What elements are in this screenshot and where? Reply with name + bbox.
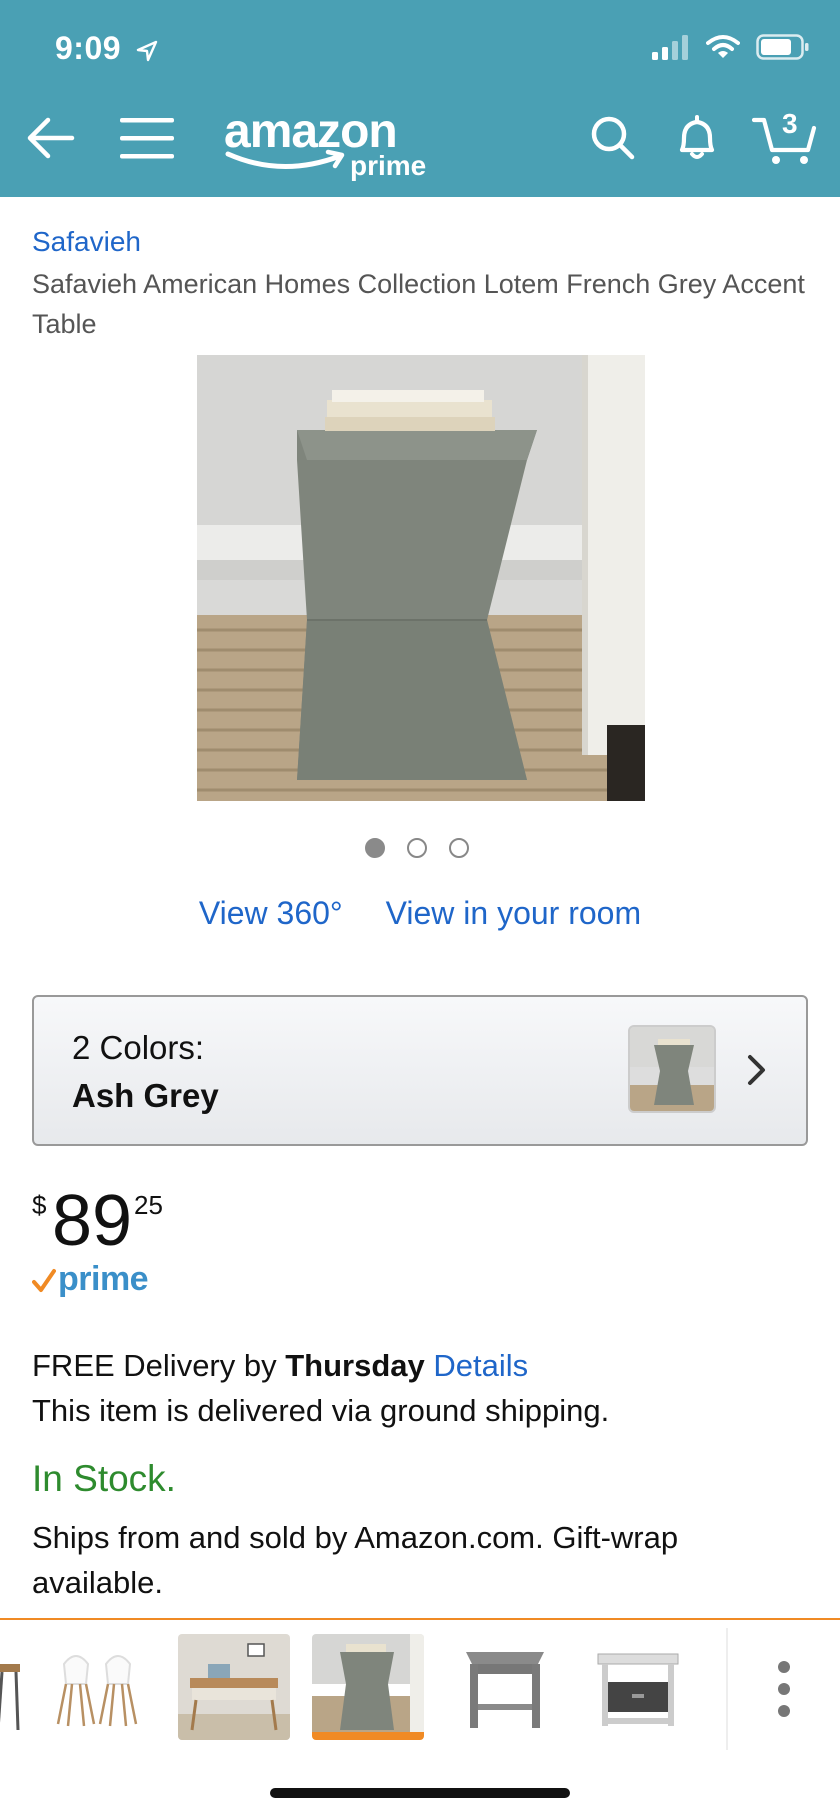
pager-dot-3[interactable] <box>449 838 469 858</box>
hamburger-menu-icon[interactable] <box>118 112 176 164</box>
product-image[interactable] <box>197 355 645 801</box>
image-pager[interactable] <box>365 838 469 858</box>
related-product-thumb[interactable] <box>178 1634 290 1740</box>
battery-icon <box>756 34 809 60</box>
signal-icon <box>652 35 688 60</box>
app-header: 9:09 amazon prime 3 <box>0 0 840 197</box>
delivery-info: FREE Delivery by Thursday Details <box>32 1348 528 1384</box>
color-thumbnail <box>628 1025 716 1113</box>
chevron-right-icon <box>748 1055 765 1085</box>
related-products-carousel[interactable] <box>0 1618 840 1750</box>
cart-count-badge: 3 <box>782 108 798 139</box>
amazon-prime-logo[interactable]: amazon prime <box>222 104 452 189</box>
product-title: Safavieh American Homes Collection Lotem… <box>32 269 805 339</box>
prime-check-icon <box>32 1269 56 1292</box>
related-product-thumb-current[interactable] <box>312 1634 424 1740</box>
view-in-room-link[interactable]: View in your room <box>386 895 642 931</box>
delivery-details-link[interactable]: Details <box>433 1348 528 1383</box>
wifi-icon <box>706 35 740 58</box>
location-arrow-icon <box>137 40 158 61</box>
color-count-label: 2 Colors: <box>72 1029 205 1066</box>
delivery-free-text: FREE Delivery by <box>32 1348 286 1383</box>
related-product-thumb[interactable] <box>0 1634 20 1740</box>
related-product-thumb[interactable] <box>46 1634 158 1740</box>
ships-from-text: Ships from and sold by Amazon.com. Gift-… <box>32 1520 679 1600</box>
color-selector[interactable]: 2 Colors: Ash Grey <box>32 995 808 1146</box>
navbar: amazon prime 3 <box>0 100 840 197</box>
bell-icon[interactable] <box>672 112 722 164</box>
status-icons <box>652 34 810 60</box>
home-indicator <box>270 1788 570 1798</box>
smile-arrow-icon <box>225 149 345 169</box>
more-options-icon[interactable] <box>726 1628 840 1750</box>
delivery-day: Thursday <box>285 1348 425 1383</box>
view-360-link[interactable]: View 360° <box>199 895 343 931</box>
search-icon[interactable] <box>588 112 638 164</box>
view-links: View 360° View in your room <box>0 895 840 932</box>
price-fraction: 25 <box>134 1190 163 1220</box>
ground-shipping-text: This item is delivered via ground shippi… <box>32 1393 610 1428</box>
prime-badge: prime <box>32 1260 149 1299</box>
status-time: 9:09 <box>55 30 158 67</box>
price-currency: $ <box>32 1190 47 1220</box>
logo-prime: prime <box>350 150 427 181</box>
price-whole: 89 <box>52 1181 133 1261</box>
related-product-thumb[interactable] <box>448 1634 560 1740</box>
stock-status: In Stock. <box>32 1458 176 1499</box>
related-product-thumb[interactable] <box>580 1634 692 1740</box>
back-arrow-icon[interactable] <box>24 112 76 164</box>
brand-link[interactable]: Safavieh <box>32 226 141 258</box>
pager-dot-1[interactable] <box>365 838 385 858</box>
pager-dot-2[interactable] <box>407 838 427 858</box>
selected-color: Ash Grey <box>72 1077 219 1114</box>
